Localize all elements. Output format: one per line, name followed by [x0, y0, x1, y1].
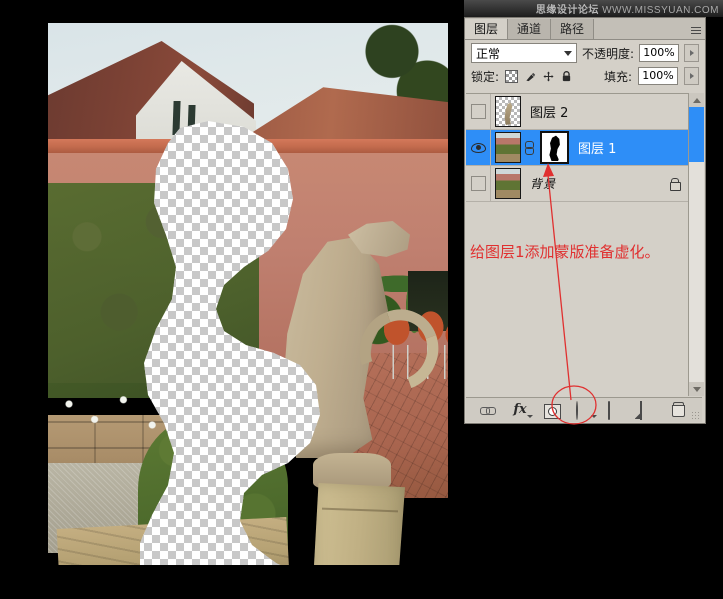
- new-adjustment-layer-button[interactable]: [575, 401, 597, 420]
- add-layer-mask-button[interactable]: [543, 402, 561, 419]
- blend-mode-value: 正常: [476, 46, 501, 61]
- lock-image-pixels-icon[interactable]: [525, 71, 536, 82]
- annotation-text: 给图层1添加蒙版准备虚化。: [470, 243, 660, 261]
- eye-toggle-off-icon[interactable]: [470, 104, 486, 119]
- panel-tab-bar: 图层 通道 路径: [465, 18, 705, 40]
- tab-layers[interactable]: 图层: [465, 19, 509, 39]
- scrollbar-track[interactable]: [689, 162, 704, 382]
- layer-thumbnail[interactable]: [495, 132, 521, 163]
- opacity-slider-button[interactable]: [684, 44, 699, 62]
- lock-label: 锁定:: [471, 69, 500, 84]
- lock-transparent-pixels-icon[interactable]: [505, 69, 519, 83]
- layer-style-fx-button[interactable]: fx: [512, 402, 533, 418]
- opacity-label: 不透明度:: [581, 46, 634, 61]
- new-layer-button[interactable]: [639, 401, 657, 420]
- lock-icon: [670, 178, 681, 191]
- layers-panel-toolbar: fx: [466, 397, 702, 422]
- eye-visible-icon[interactable]: [470, 142, 486, 153]
- blend-opacity-row: 正常 不透明度: 100%: [465, 40, 705, 66]
- layer-mask-thumbnail[interactable]: [540, 131, 569, 164]
- window-title-bar: 思缘设计论坛 WWW.MISSYUAN.COM: [464, 0, 723, 17]
- delete-layer-button[interactable]: [672, 402, 689, 418]
- layer-name[interactable]: 图层 2: [530, 102, 568, 121]
- tab-channels[interactable]: 通道: [508, 19, 552, 39]
- layer-row-1[interactable]: 图层 1: [466, 130, 688, 166]
- link-layers-button[interactable]: [479, 402, 497, 418]
- new-group-button[interactable]: [607, 401, 625, 420]
- layer-thumbnail[interactable]: [495, 168, 521, 199]
- visibility-cell[interactable]: [466, 166, 491, 201]
- mask-link-icon[interactable]: [524, 140, 534, 155]
- layers-panel[interactable]: 图层 通道 路径 正常 不透明度: 100% 锁定: 填充: 100% 图层 2…: [464, 17, 706, 424]
- watermark-url-text: WWW.MISSYUAN.COM: [602, 5, 719, 16]
- layer-row-background[interactable]: 背景: [466, 166, 688, 202]
- opacity-input[interactable]: 100%: [639, 44, 679, 62]
- panel-resize-grip[interactable]: [691, 411, 700, 420]
- eye-toggle-off-icon[interactable]: [470, 176, 486, 191]
- panel-menu-icon[interactable]: [687, 24, 701, 36]
- tab-paths[interactable]: 路径: [551, 19, 595, 39]
- document-canvas[interactable]: [48, 23, 448, 571]
- chevron-down-icon: [563, 51, 572, 56]
- visibility-cell[interactable]: [466, 130, 491, 165]
- layer-row-2[interactable]: 图层 2: [466, 94, 688, 130]
- watermark: 思缘设计论坛 WWW.MISSYUAN.COM: [536, 1, 719, 16]
- lock-all-icon[interactable]: [561, 70, 572, 82]
- watermark-cn-text: 思缘设计论坛: [535, 5, 599, 16]
- scroll-down-arrow[interactable]: [689, 382, 704, 396]
- visibility-cell[interactable]: [466, 94, 491, 129]
- fill-label: 填充:: [603, 69, 632, 84]
- fill-slider-button[interactable]: [684, 67, 699, 85]
- layer-thumbnail[interactable]: [495, 96, 521, 127]
- statue-pedestal: [313, 483, 405, 571]
- layer-name[interactable]: 图层 1: [578, 138, 616, 157]
- lock-icon-group: [505, 69, 572, 83]
- lock-position-icon[interactable]: [543, 70, 554, 82]
- scrollbar-thumb[interactable]: [689, 107, 704, 162]
- blend-mode-select[interactable]: 正常: [471, 43, 577, 63]
- lock-fill-row: 锁定: 填充: 100%: [465, 66, 705, 89]
- canvas-bottom-edge: [48, 565, 448, 571]
- fill-input[interactable]: 100%: [638, 67, 678, 85]
- scroll-up-arrow[interactable]: [689, 93, 704, 107]
- layer-name[interactable]: 背景: [530, 175, 556, 192]
